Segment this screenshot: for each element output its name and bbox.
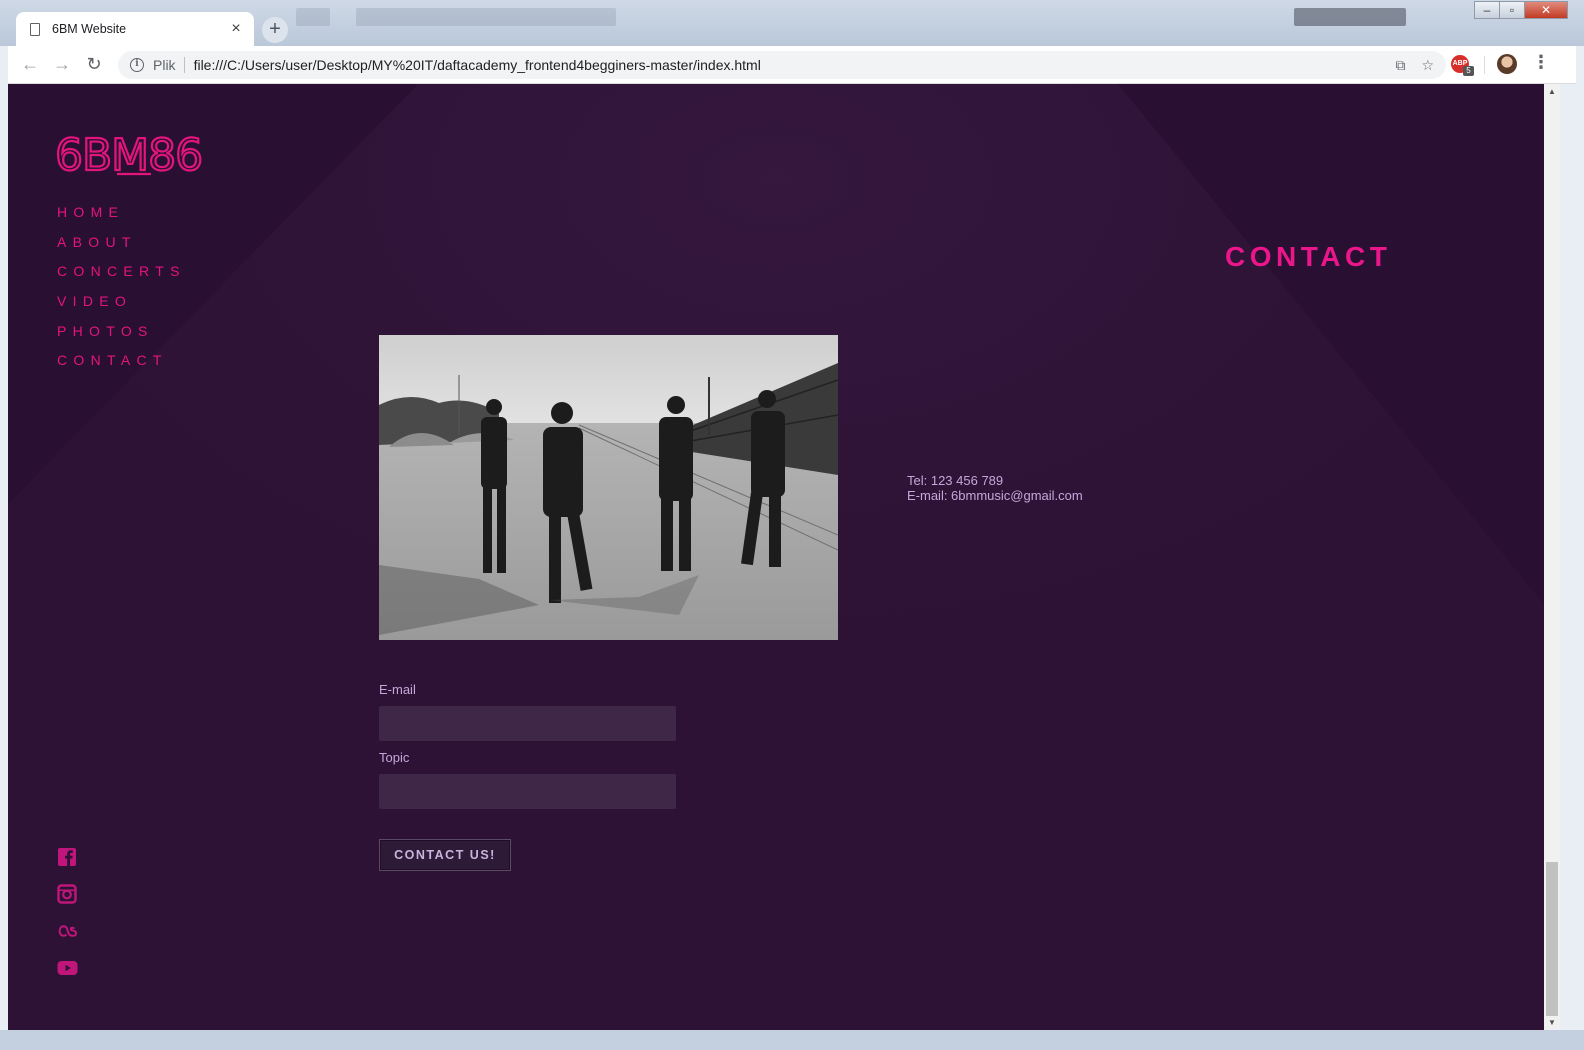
scroll-up-arrow-icon[interactable]: ▲: [1548, 87, 1556, 96]
page-icon: [30, 22, 40, 36]
nav-item-concerts[interactable]: CONCERTS: [57, 261, 186, 291]
contact-phone: Tel: 123 456 789: [907, 473, 1004, 488]
contact-us-button[interactable]: CONTACT US!: [379, 839, 511, 871]
browser-tab[interactable]: 6BM Website ×: [16, 12, 254, 46]
address-bar[interactable]: i Plik file:///C:/Users/user/Desktop/MY%…: [118, 51, 1446, 79]
browser-toolbar: ← → ↻ i Plik file:///C:/Users/user/Deskt…: [8, 46, 1576, 84]
window-controls: – ▫ ✕: [1474, 1, 1568, 19]
lastfm-icon[interactable]: [57, 922, 79, 940]
tab-close-icon[interactable]: ×: [228, 20, 244, 38]
side-navigation: HOME ABOUT CONCERTS VIDEO PHOTOS CONTACT: [57, 202, 186, 380]
new-tab-button[interactable]: +: [262, 17, 288, 43]
topic-field-label: Topic: [379, 750, 410, 765]
topic-field[interactable]: [379, 774, 676, 809]
url-text[interactable]: file:///C:/Users/user/Desktop/MY%20IT/da…: [194, 57, 761, 73]
nav-item-about[interactable]: ABOUT: [57, 232, 186, 262]
nav-item-photos[interactable]: PHOTOS: [57, 321, 186, 351]
scrollbar-thumb[interactable]: [1546, 862, 1558, 1016]
back-icon[interactable]: ←: [14, 54, 46, 75]
toolbar-divider: [1484, 56, 1485, 74]
window-close-button[interactable]: ✕: [1524, 1, 1568, 19]
page-scrollbar[interactable]: ▲ ▼: [1544, 84, 1560, 1030]
window-bottom-frame: [0, 1030, 1584, 1050]
contact-email: E-mail: 6bmmusic@gmail.com: [907, 488, 1083, 503]
url-scheme-label: Plik: [153, 57, 176, 73]
nav-item-contact[interactable]: CONTACT: [57, 350, 186, 380]
band-photo: [379, 335, 838, 640]
band-photo-image: [379, 335, 838, 640]
forward-icon[interactable]: →: [46, 54, 78, 75]
info-icon[interactable]: i: [130, 58, 144, 72]
maximize-button[interactable]: ▫: [1499, 1, 1525, 19]
instagram-icon[interactable]: [57, 884, 77, 904]
scroll-down-arrow-icon[interactable]: ▼: [1548, 1018, 1556, 1027]
background-app-button: [1294, 8, 1406, 26]
star-icon[interactable]: ☆: [1421, 57, 1434, 74]
minimize-button[interactable]: –: [1474, 1, 1500, 19]
site-logo[interactable]: 6BM86: [55, 132, 215, 178]
menu-icon[interactable]: ⋮: [1532, 52, 1550, 73]
page-viewport: 6BM86 HOME ABOUT CONCERTS VIDEO PHOTOS C…: [8, 84, 1544, 1030]
background-app-toolbar: [356, 8, 616, 26]
adblock-count-badge: 5: [1463, 66, 1474, 76]
nav-item-video[interactable]: VIDEO: [57, 291, 186, 321]
nav-item-home[interactable]: HOME: [57, 202, 186, 232]
background-app-toolbar: [296, 8, 330, 26]
youtube-icon[interactable]: [57, 960, 78, 976]
tab-title: 6BM Website: [52, 22, 127, 36]
translate-icon[interactable]: ⧉: [1395, 57, 1405, 74]
email-field[interactable]: [379, 706, 676, 741]
facebook-icon[interactable]: [57, 847, 77, 867]
browser-window: 6BM Website × + – ▫ ✕ ← → ↻ i Plik file:…: [0, 0, 1584, 1050]
omnibox-divider: [183, 57, 185, 73]
reload-icon[interactable]: ↻: [78, 54, 110, 75]
logo-text: 6BM86: [55, 132, 202, 178]
contact-details: Tel: 123 456 789 E-mail: 6bmmusic@gmail.…: [907, 473, 1083, 503]
tab-strip: 6BM Website × + – ▫ ✕: [0, 0, 1584, 46]
profile-avatar[interactable]: [1497, 54, 1517, 74]
page-title: CONTACT: [1225, 241, 1392, 272]
email-field-label: E-mail: [379, 682, 416, 697]
shadow-wedge: [1118, 84, 1544, 604]
